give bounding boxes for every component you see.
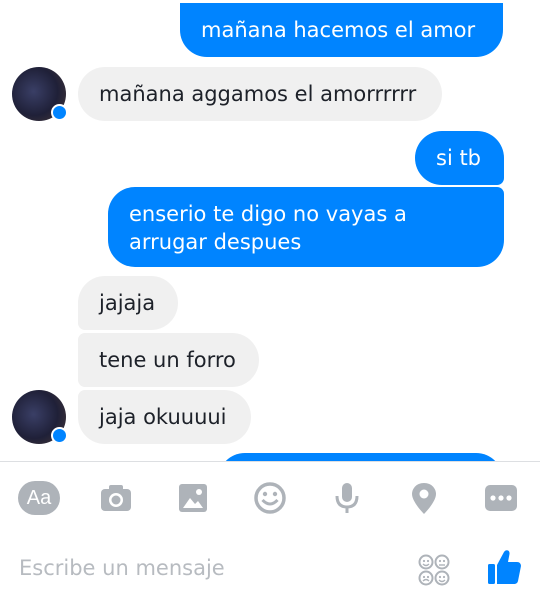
message-input[interactable]: Escribe un mensaje [19, 556, 225, 580]
message-bubble-incoming[interactable]: jaja okuuuui [78, 390, 251, 444]
message-bubble-outgoing[interactable]: enserio te digo no vayas a arrugar despu… [108, 187, 504, 267]
image-icon[interactable] [173, 481, 213, 515]
message-thread[interactable]: mañana hacemos el amor mañana aggamos el… [0, 0, 540, 461]
message-bubble-incoming[interactable]: tene un forro [78, 333, 259, 387]
location-icon[interactable] [404, 481, 444, 515]
message-bubble-outgoing-partial[interactable] [218, 453, 503, 461]
messenger-badge-icon [51, 104, 68, 121]
composer-toolbar: Aa [0, 461, 540, 534]
message-composer: Escribe un mensaje [0, 534, 540, 605]
contact-avatar[interactable] [12, 67, 68, 121]
emoji-icon[interactable] [250, 481, 290, 515]
message-bubble-incoming[interactable]: jajaja [78, 276, 178, 330]
message-bubble-incoming[interactable]: mañana aggamos el amorrrrrr [78, 67, 442, 121]
contact-avatar[interactable] [12, 390, 68, 444]
more-icon[interactable] [481, 481, 521, 515]
message-bubble-outgoing[interactable]: si tb [415, 131, 504, 185]
camera-icon[interactable] [96, 481, 136, 515]
message-line: enserio te digo no vayas a [129, 202, 407, 226]
message-line: arrugar despues [129, 230, 302, 254]
microphone-icon[interactable] [327, 481, 367, 515]
message-bubble-outgoing[interactable]: mañana hacemos el amor [180, 3, 503, 57]
text-style-icon[interactable]: Aa [18, 481, 60, 515]
stickers-icon[interactable] [417, 554, 451, 586]
thumbs-up-icon[interactable] [486, 548, 522, 586]
messenger-badge-icon [51, 427, 68, 444]
